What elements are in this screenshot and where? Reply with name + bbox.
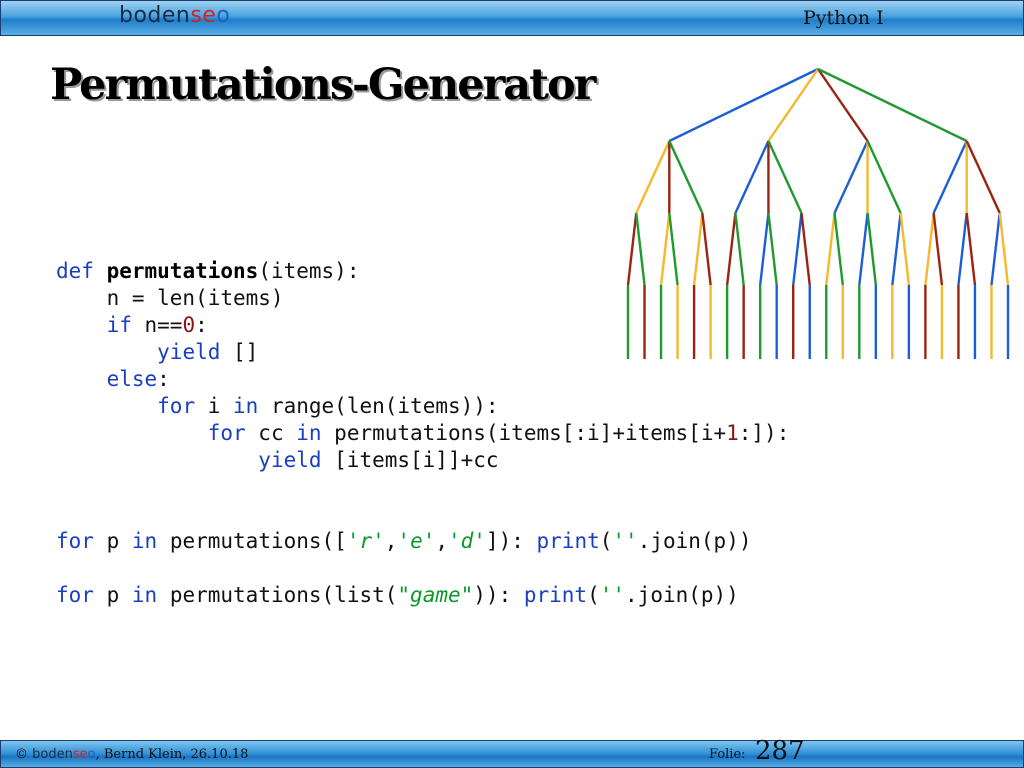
code-line-10: for p in permutations(list("game")): pri… — [56, 583, 739, 607]
tree-edge-e — [817, 67, 968, 143]
code-line-3: if n==0: — [106, 313, 208, 337]
tree-edge-ag — [734, 140, 770, 214]
tree-edge-mag — [858, 212, 869, 286]
tree-edge-mea — [899, 212, 911, 286]
slide-number: 287 — [755, 736, 805, 766]
tree-edge-eg — [932, 140, 968, 214]
header-bar: bodenseo Python I — [0, 0, 1024, 36]
tree-edge-aeg — [792, 212, 803, 286]
bodenseo-logo: bodenseo — [119, 3, 231, 28]
tree-edge-ge — [668, 140, 704, 214]
code-block: def permutations(items): n = len(items) … — [56, 258, 789, 609]
tree-edge-eag — [957, 212, 968, 286]
code-line-4: yield [] — [157, 340, 259, 364]
slide-title: Permutations-Generator — [50, 60, 596, 110]
tree-edge-aem — [800, 212, 811, 286]
tree-edge-ga — [635, 140, 671, 214]
tree-edge-ega — [924, 212, 935, 286]
footer-bar: © bodenseo, Bernd Klein, 26.10.18 Folie:… — [0, 736, 1024, 768]
code-line-8: yield [items[i]]+cc — [258, 448, 499, 472]
code-line-6: for i in range(len(items)): — [157, 394, 499, 418]
tree-edge-em — [965, 140, 1001, 214]
folie-label: Folie: — [709, 747, 746, 762]
tree-edge-egm — [932, 212, 944, 286]
tree-edge-mae — [866, 212, 878, 286]
tree-edge-eam — [965, 212, 977, 286]
tree-edge-me — [866, 140, 902, 214]
copyright-text: © bodenseo, Bernd Klein, 26.10.18 — [15, 747, 249, 762]
tree-edge-mga — [825, 212, 836, 286]
tree-edge-ae — [767, 140, 803, 214]
code-line-2: n = len(items) — [56, 286, 284, 310]
tree-edge-mge — [833, 212, 844, 286]
code-line-5: else: — [106, 367, 170, 391]
code-line-9: for p in permutations(['r','e','d']): pr… — [56, 529, 752, 553]
code-line-1: def permutations(items): — [56, 259, 360, 283]
tree-edge-g — [668, 67, 819, 143]
code-line-7: for cc in permutations(items[:i]+items[i… — [207, 421, 790, 445]
tree-edge-emg — [990, 212, 1001, 286]
tree-edge-meg — [891, 212, 902, 286]
course-title: Python I — [803, 7, 884, 29]
tree-edge-mg — [833, 140, 869, 214]
tree-edge-ema — [998, 212, 1010, 286]
